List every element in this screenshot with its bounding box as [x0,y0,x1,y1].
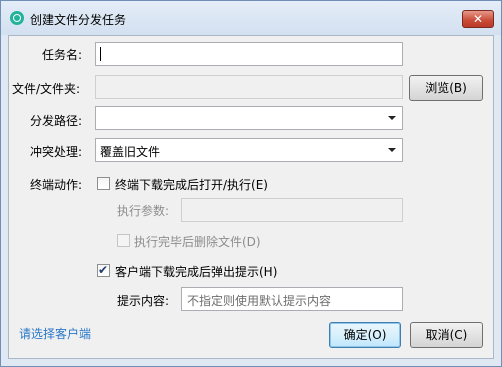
dialog-body: 任务名: 文件/文件夹: 浏览(B) 分发路径: 冲突处理: 覆盖旧文件 终端动… [8,35,494,359]
exec-params-label: 执行参数: [117,204,170,218]
exec-params-input [181,198,403,222]
chevron-down-icon[interactable] [388,148,396,152]
browse-button[interactable]: 浏览(B) [409,75,483,101]
window-title: 创建文件分发任务 [30,13,127,27]
conflict-value: 覆盖旧文件 [100,145,161,159]
task-name-input[interactable] [95,42,403,66]
checkmark-icon: ✔ [98,263,109,277]
file-path-field [95,75,403,99]
path-combobox[interactable] [95,106,403,130]
hint-content-placeholder: 不指定则使用默认提示内容 [187,294,332,308]
delete-after-exec-label: 执行完毕后删除文件(D) [134,235,261,249]
task-name-label: 任务名: [42,48,83,62]
ok-button[interactable]: 确定(O) [329,322,401,348]
path-label: 分发路径: [30,114,83,128]
title-bar[interactable]: 创建文件分发任务 ✕ [1,1,501,35]
conflict-label: 冲突处理: [30,145,83,159]
popup-hint-checkbox[interactable]: ✔ [97,263,110,277]
file-label: 文件/文件夹: [12,82,81,96]
text-caret [100,47,101,61]
close-button[interactable]: ✕ [462,10,494,28]
hint-content-label: 提示内容: [117,294,170,308]
hint-content-input[interactable]: 不指定则使用默认提示内容 [181,287,403,311]
chevron-down-icon[interactable] [388,116,396,120]
select-client-link[interactable]: 请选择客户端 [19,325,91,342]
app-logo-icon [10,11,24,25]
dialog-window: 创建文件分发任务 ✕ 任务名: 文件/文件夹: 浏览(B) 分发路径: 冲突处理… [0,0,502,367]
delete-after-exec-checkbox [117,234,130,247]
cancel-button[interactable]: 取消(C) [410,322,483,348]
open-after-download-checkbox[interactable] [97,177,110,190]
terminal-action-label: 终端动作: [30,178,83,192]
conflict-combobox[interactable]: 覆盖旧文件 [95,138,403,162]
open-after-download-label[interactable]: 终端下载完成后打开/执行(E) [115,176,268,193]
popup-hint-label[interactable]: 客户端下载完成后弹出提示(H) [115,263,277,280]
